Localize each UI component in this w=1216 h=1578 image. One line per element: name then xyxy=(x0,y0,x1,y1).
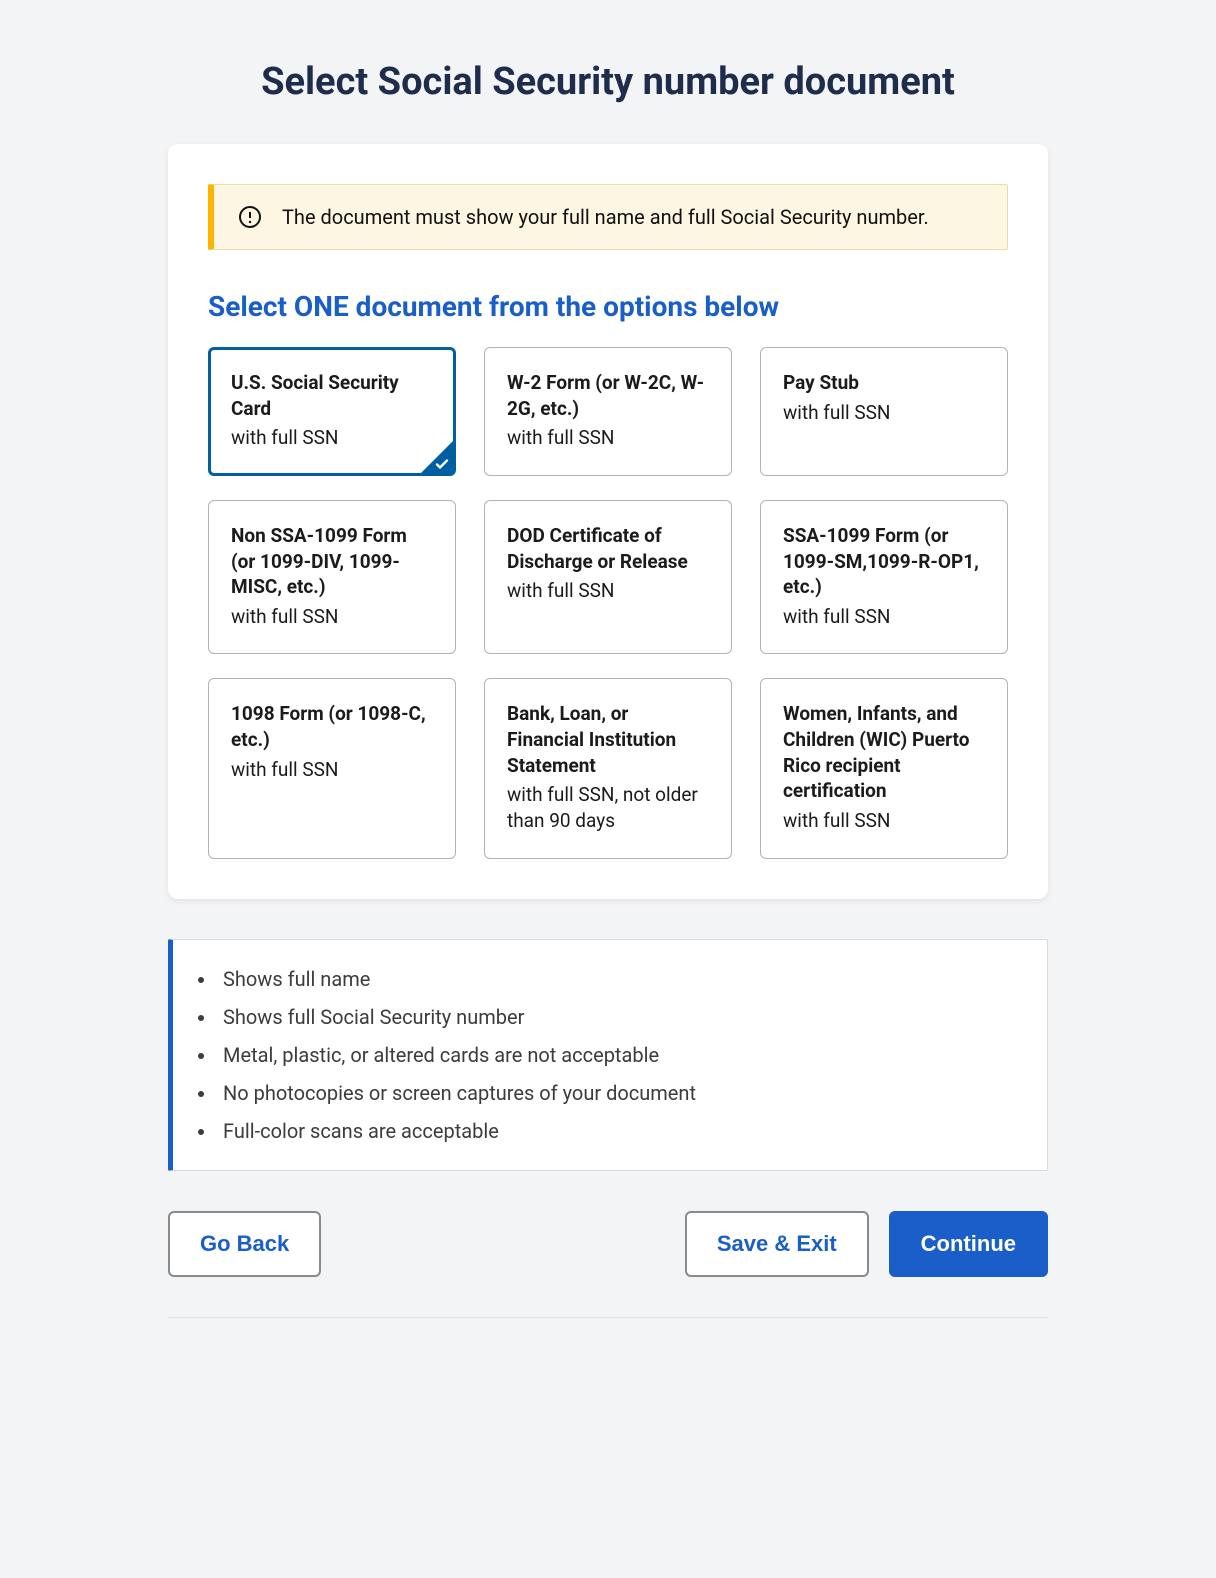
tile-subtitle: with full SSN xyxy=(507,425,709,451)
requirement-item: No photocopies or screen captures of you… xyxy=(217,1074,1019,1112)
tile-title: 1098 Form (or 1098-C, etc.) xyxy=(231,701,433,752)
tile-subtitle: with full SSN xyxy=(507,578,709,604)
document-option-tile[interactable]: 1098 Form (or 1098-C, etc.) with full SSN xyxy=(208,678,456,858)
document-option-tile[interactable]: Pay Stub with full SSN xyxy=(760,347,1008,476)
tile-title: SSA-1099 Form (or 1099-SM,1099-R-OP1, et… xyxy=(783,523,985,600)
tile-subtitle: with full SSN xyxy=(231,604,433,630)
continue-button[interactable]: Continue xyxy=(889,1211,1048,1277)
document-option-tile[interactable]: Non SSA-1099 Form (or 1099-DIV, 1099-MIS… xyxy=(208,500,456,655)
alert-text: The document must show your full name an… xyxy=(282,205,929,229)
requirement-item: Shows full Social Security number xyxy=(217,998,1019,1036)
tile-title: Bank, Loan, or Financial Institution Sta… xyxy=(507,701,709,778)
tile-title: Pay Stub xyxy=(783,370,985,396)
requirements-list: Shows full nameShows full Social Securit… xyxy=(191,960,1019,1150)
button-row: Go Back Save & Exit Continue xyxy=(168,1211,1048,1277)
tile-subtitle: with full SSN xyxy=(783,604,985,630)
tile-subtitle: with full SSN xyxy=(783,400,985,426)
document-option-tile[interactable]: Bank, Loan, or Financial Institution Sta… xyxy=(484,678,732,858)
tile-subtitle: with full SSN xyxy=(783,808,985,834)
tile-title: DOD Certificate of Discharge or Release xyxy=(507,523,709,574)
requirement-item: Full-color scans are acceptable xyxy=(217,1112,1019,1150)
document-options-grid: U.S. Social Security Cardwith full SSNW-… xyxy=(208,347,1008,859)
requirement-alert: The document must show your full name an… xyxy=(208,184,1008,250)
document-option-tile[interactable]: Women, Infants, and Children (WIC) Puert… xyxy=(760,678,1008,858)
footer-divider xyxy=(168,1317,1048,1318)
requirement-item: Metal, plastic, or altered cards are not… xyxy=(217,1036,1019,1074)
document-option-tile[interactable]: SSA-1099 Form (or 1099-SM,1099-R-OP1, et… xyxy=(760,500,1008,655)
warning-icon xyxy=(238,205,262,229)
save-exit-button[interactable]: Save & Exit xyxy=(685,1211,869,1277)
go-back-button[interactable]: Go Back xyxy=(168,1211,321,1277)
tile-title: Non SSA-1099 Form (or 1099-DIV, 1099-MIS… xyxy=(231,523,433,600)
tile-title: W-2 Form (or W-2C, W-2G, etc.) xyxy=(507,370,709,421)
tile-title: U.S. Social Security Card xyxy=(231,370,433,421)
selection-card: The document must show your full name an… xyxy=(168,144,1048,899)
tile-title: Women, Infants, and Children (WIC) Puert… xyxy=(783,701,985,804)
requirements-card: Shows full nameShows full Social Securit… xyxy=(168,939,1048,1171)
document-option-tile[interactable]: U.S. Social Security Card with full SSN xyxy=(208,347,456,476)
document-option-tile[interactable]: DOD Certificate of Discharge or Release w… xyxy=(484,500,732,655)
document-option-tile[interactable]: W-2 Form (or W-2C, W-2G, etc.) with full … xyxy=(484,347,732,476)
requirement-item: Shows full name xyxy=(217,960,1019,998)
tile-subtitle: with full SSN xyxy=(231,757,433,783)
tile-subtitle: with full SSN xyxy=(231,425,433,451)
checkmark-icon xyxy=(434,456,452,474)
page-title: Select Social Security number document xyxy=(168,60,1048,104)
section-heading: Select ONE document from the options bel… xyxy=(208,290,1008,323)
tile-subtitle: with full SSN, not older than 90 days xyxy=(507,782,709,833)
